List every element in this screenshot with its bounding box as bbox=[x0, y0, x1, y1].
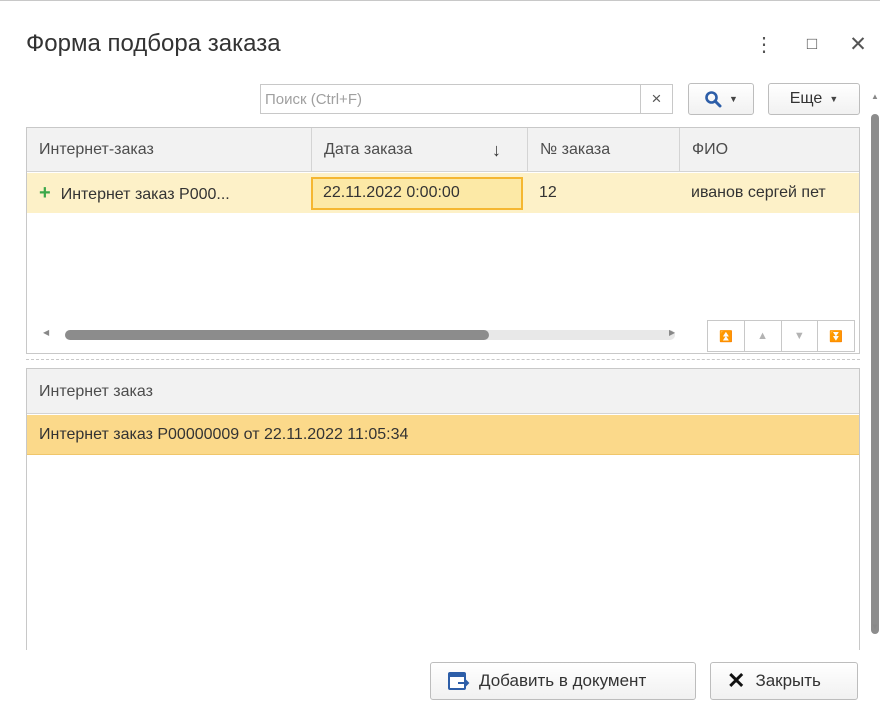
more-actions-icon[interactable]: ⋮ bbox=[752, 30, 776, 58]
more-button[interactable]: Еще ▼ bbox=[768, 83, 860, 115]
orders-table: Интернет-заказ Дата заказа ↓ № заказа ФИ… bbox=[26, 127, 860, 354]
scroll-left-icon[interactable]: ◀ bbox=[43, 328, 49, 337]
column-header-number[interactable]: № заказа bbox=[527, 128, 679, 172]
horizontal-scroll-thumb[interactable] bbox=[65, 330, 489, 340]
scroll-down-icon[interactable]: ▼ bbox=[871, 622, 879, 631]
move-down-icon[interactable]: ▼ bbox=[780, 321, 818, 351]
form-title: Форма подбора заказа bbox=[26, 30, 281, 57]
magnifier-icon bbox=[705, 91, 722, 108]
chevron-down-icon: ▼ bbox=[829, 94, 839, 104]
add-to-document-button[interactable]: Добавить в документ bbox=[430, 662, 696, 700]
panel-splitter[interactable] bbox=[26, 359, 860, 360]
row-navigation: ⏫ ▲ ▼ ⏬ bbox=[707, 320, 855, 352]
table-row[interactable]: Интернет заказ Р00000009 от 22.11.2022 1… bbox=[27, 415, 859, 455]
window-top-border bbox=[0, 0, 880, 1]
more-button-label: Еще bbox=[789, 90, 823, 107]
move-last-icon[interactable]: ⏬ bbox=[817, 321, 854, 351]
scroll-right-icon[interactable]: ▶ bbox=[669, 328, 675, 337]
order-cell[interactable]: + Интернет заказ Р000... bbox=[27, 173, 311, 213]
number-cell[interactable]: 12 bbox=[527, 173, 679, 213]
selected-orders-table: Интернет заказ Интернет заказ Р00000009 … bbox=[26, 368, 860, 650]
move-up-icon[interactable]: ▲ bbox=[743, 321, 781, 351]
move-first-icon[interactable]: ⏫ bbox=[708, 321, 744, 351]
column-header-selected-order[interactable]: Интернет заказ bbox=[27, 369, 859, 414]
plus-icon[interactable]: + bbox=[39, 182, 51, 204]
scroll-up-icon[interactable]: ▲ bbox=[871, 92, 879, 101]
add-to-document-label: Добавить в документ bbox=[479, 671, 647, 690]
close-x-icon: ✕ bbox=[727, 668, 746, 693]
close-button[interactable]: ✕ Закрыть bbox=[710, 662, 858, 700]
column-header-date-label: Дата заказа bbox=[324, 141, 413, 158]
search-button[interactable]: ▼ bbox=[688, 83, 754, 115]
close-icon[interactable]: ✕ bbox=[846, 30, 870, 58]
orders-table-header: Интернет-заказ Дата заказа ↓ № заказа ФИ… bbox=[27, 128, 859, 172]
fio-cell[interactable]: иванов сергей пет bbox=[679, 173, 859, 213]
close-button-label: Закрыть bbox=[755, 671, 821, 690]
horizontal-scrollbar[interactable]: ◀ ▶ bbox=[35, 327, 687, 341]
add-to-document-icon bbox=[448, 672, 470, 690]
column-header-date[interactable]: Дата заказа ↓ bbox=[311, 128, 527, 172]
search-field[interactable]: × bbox=[260, 84, 673, 114]
table-row[interactable]: + Интернет заказ Р000... 22.11.2022 0:00:… bbox=[27, 173, 859, 213]
vertical-scrollbar[interactable]: ▲ ▼ bbox=[868, 90, 880, 635]
column-header-order[interactable]: Интернет-заказ bbox=[27, 128, 311, 172]
clear-search-icon[interactable]: × bbox=[640, 85, 672, 113]
date-cell[interactable]: 22.11.2022 0:00:00 bbox=[311, 173, 527, 213]
search-input[interactable] bbox=[261, 85, 641, 113]
sort-desc-icon: ↓ bbox=[492, 140, 501, 160]
maximize-icon[interactable]: □ bbox=[800, 30, 824, 58]
column-header-fio[interactable]: ФИО bbox=[679, 128, 859, 172]
order-cell-text: Интернет заказ Р000... bbox=[60, 186, 230, 203]
vertical-scroll-thumb[interactable] bbox=[871, 114, 879, 634]
chevron-down-icon: ▼ bbox=[729, 94, 738, 104]
